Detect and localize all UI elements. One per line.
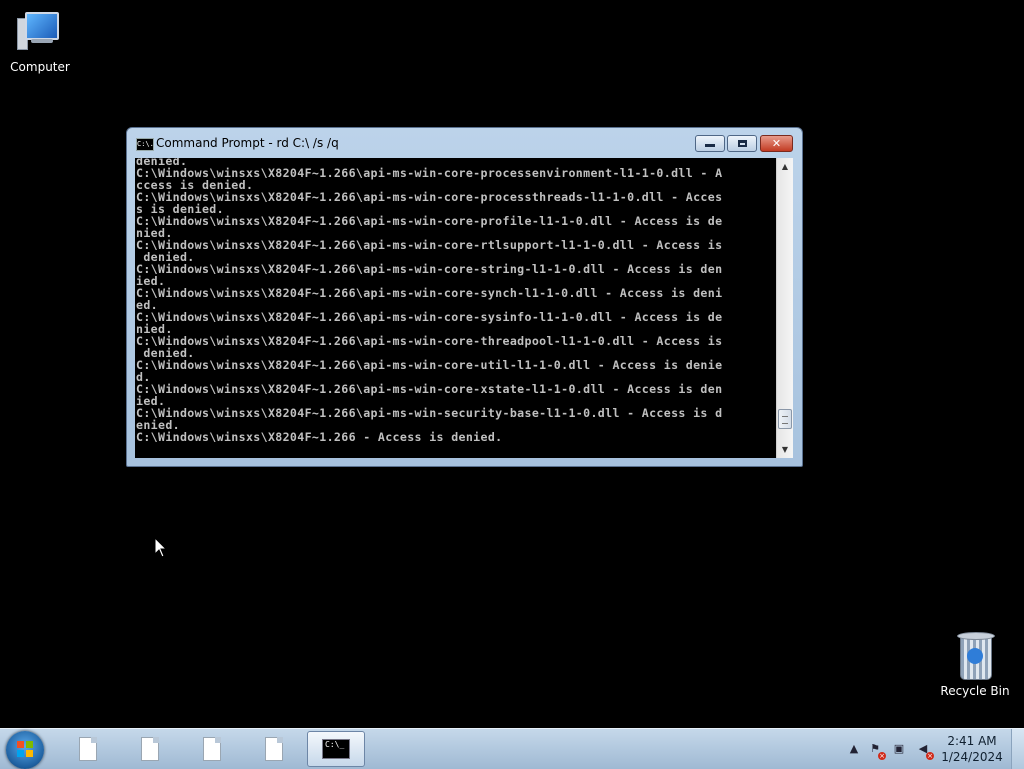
document-icon	[79, 737, 97, 761]
console-line: C:\Windows\winsxs\X8204F~1.266\api-ms-wi…	[136, 262, 723, 276]
taskbar: C:\_ ▲ ⚑ × ▣ ◀ × 2:41 AM 1/24/2024	[0, 728, 1024, 769]
taskbar-item-document[interactable]	[59, 731, 117, 767]
maximize-icon	[737, 140, 747, 147]
system-tray: ▲ ⚑ × ▣ ◀ × 2:41 AM 1/24/2024	[840, 729, 1024, 769]
close-button[interactable]: ✕	[760, 135, 793, 152]
console-line: C:\Windows\winsxs\X8204F~1.266\api-ms-wi…	[136, 406, 723, 420]
console-line: C:\Windows\winsxs\X8204F~1.266\api-ms-wi…	[136, 238, 723, 252]
desktop-icon-label: Recycle Bin	[940, 684, 1010, 698]
scroll-down-arrow-icon[interactable]: ▼	[777, 441, 793, 458]
command-prompt-window[interactable]: C:\. Command Prompt - rd C:\ /s /q ✕ den…	[126, 127, 803, 467]
action-center-flag-icon[interactable]: ⚑ ×	[867, 741, 886, 760]
show-desktop-button[interactable]	[1011, 729, 1024, 769]
minimize-icon	[705, 144, 715, 147]
window-titlebar[interactable]: C:\. Command Prompt - rd C:\ /s /q ✕	[127, 128, 802, 158]
taskbar-item-document[interactable]	[245, 731, 303, 767]
clock-time: 2:41 AM	[947, 734, 997, 748]
scroll-up-arrow-icon[interactable]: ▲	[777, 158, 793, 175]
desktop-icon-recycle-bin[interactable]: Recycle Bin	[935, 630, 1015, 698]
maximize-button[interactable]	[727, 135, 757, 152]
console-line: C:\Windows\winsxs\X8204F~1.266\api-ms-wi…	[136, 334, 723, 348]
console-line: C:\Windows\winsxs\X8204F~1.266 - Access …	[136, 430, 503, 444]
console-lines: denied. C:\Windows\winsxs\X8204F~1.266\ap…	[135, 158, 776, 443]
console-line: C:\Windows\winsxs\X8204F~1.266\api-ms-wi…	[136, 310, 723, 324]
taskbar-item-document[interactable]	[121, 731, 179, 767]
show-hidden-icons-icon[interactable]: ▲	[846, 741, 862, 757]
console-output[interactable]: denied. C:\Windows\winsxs\X8204F~1.266\ap…	[135, 158, 776, 458]
console-line: C:\Windows\winsxs\X8204F~1.266\api-ms-wi…	[136, 382, 723, 396]
desktop-icon-computer[interactable]: Computer	[0, 8, 80, 74]
document-icon	[141, 737, 159, 761]
console-line: C:\Windows\winsxs\X8204F~1.266\api-ms-wi…	[136, 286, 723, 300]
close-icon: ✕	[771, 137, 782, 150]
window-title: Command Prompt - rd C:\ /s /q	[156, 136, 339, 150]
minimize-button[interactable]	[695, 135, 725, 152]
recycle-bin-icon	[952, 630, 998, 682]
taskbar-item-command-prompt[interactable]: C:\_	[307, 731, 365, 767]
clock-date: 1/24/2024	[941, 750, 1003, 764]
document-icon	[203, 737, 221, 761]
volume-muted-icon[interactable]: ◀ ×	[915, 741, 934, 760]
computer-icon	[17, 8, 63, 58]
command-prompt-icon: C:\.	[136, 138, 154, 151]
desktop-icon-label: Computer	[10, 60, 70, 74]
console-line: C:\Windows\winsxs\X8204F~1.266\api-ms-wi…	[136, 214, 723, 228]
windows-logo-icon	[17, 741, 33, 757]
console-line: C:\Windows\winsxs\X8204F~1.266\api-ms-wi…	[136, 190, 723, 204]
mouse-pointer-icon	[154, 537, 168, 558]
network-icon[interactable]: ▣	[891, 741, 907, 757]
taskbar-item-document[interactable]	[183, 731, 241, 767]
command-prompt-icon: C:\_	[322, 739, 350, 759]
console-line: C:\Windows\winsxs\X8204F~1.266\api-ms-wi…	[136, 358, 723, 372]
clock[interactable]: 2:41 AM 1/24/2024	[940, 733, 1004, 765]
start-button[interactable]	[6, 731, 44, 769]
scrollbar-thumb[interactable]	[778, 408, 792, 429]
vertical-scrollbar[interactable]: ▲ ▼	[776, 158, 793, 458]
document-icon	[265, 737, 283, 761]
